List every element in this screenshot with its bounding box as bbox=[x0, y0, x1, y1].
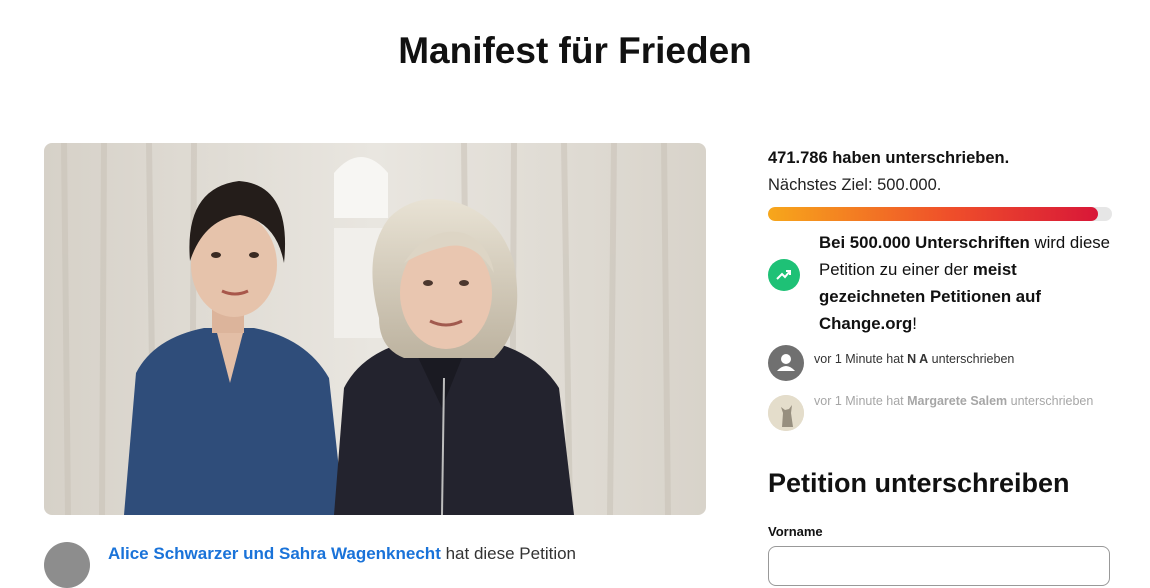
signer-name: N A bbox=[907, 352, 929, 366]
petition-sidebar: 471.786 haben unterschrieben. Nächstes Z… bbox=[768, 146, 1112, 437]
petition-creator: Alice Schwarzer und Sahra Wagenknecht ha… bbox=[44, 538, 706, 588]
signer-name: Margarete Salem bbox=[907, 394, 1008, 408]
creator-name-link[interactable]: Alice Schwarzer und Sahra Wagenknecht bbox=[108, 544, 441, 563]
page-title: Manifest für Frieden bbox=[398, 30, 752, 71]
milestone-text: Bei 500.000 Unterschriften wird diese Pe… bbox=[819, 229, 1111, 337]
milestone-end: ! bbox=[912, 314, 917, 333]
cat-photo-avatar bbox=[768, 395, 804, 431]
recent-signer: vor 1 Minute hat Margarete Salem untersc… bbox=[768, 393, 1112, 437]
milestone-threshold: Bei 500.000 Unterschriften bbox=[819, 233, 1030, 252]
next-goal: Nächstes Ziel: 500.000. bbox=[768, 176, 942, 194]
signature-count: 471.786 haben unterschrieben. bbox=[768, 149, 1010, 167]
recent-signer-text: vor 1 Minute hat Margarete Salem untersc… bbox=[814, 394, 1094, 408]
creator-suffix: hat diese Petition bbox=[440, 544, 577, 563]
first-name-input[interactable] bbox=[768, 546, 1110, 586]
sign-petition-heading: Petition unterschreiben bbox=[768, 468, 1070, 498]
recent-signer-text: vor 1 Minute hat N A unterschrieben bbox=[814, 352, 1015, 366]
petition-hero-image bbox=[44, 143, 706, 515]
progress-bar-fill bbox=[768, 207, 1099, 221]
creator-avatar bbox=[44, 542, 90, 588]
milestone-callout: Bei 500.000 Unterschriften wird diese Pe… bbox=[768, 229, 1112, 337]
default-user-icon bbox=[768, 345, 804, 381]
first-name-label: Vorname bbox=[768, 524, 823, 539]
trending-up-icon bbox=[768, 259, 800, 291]
signature-progress-bar bbox=[768, 207, 1112, 221]
recent-signer: vor 1 Minute hat N A unterschrieben bbox=[768, 343, 1112, 387]
